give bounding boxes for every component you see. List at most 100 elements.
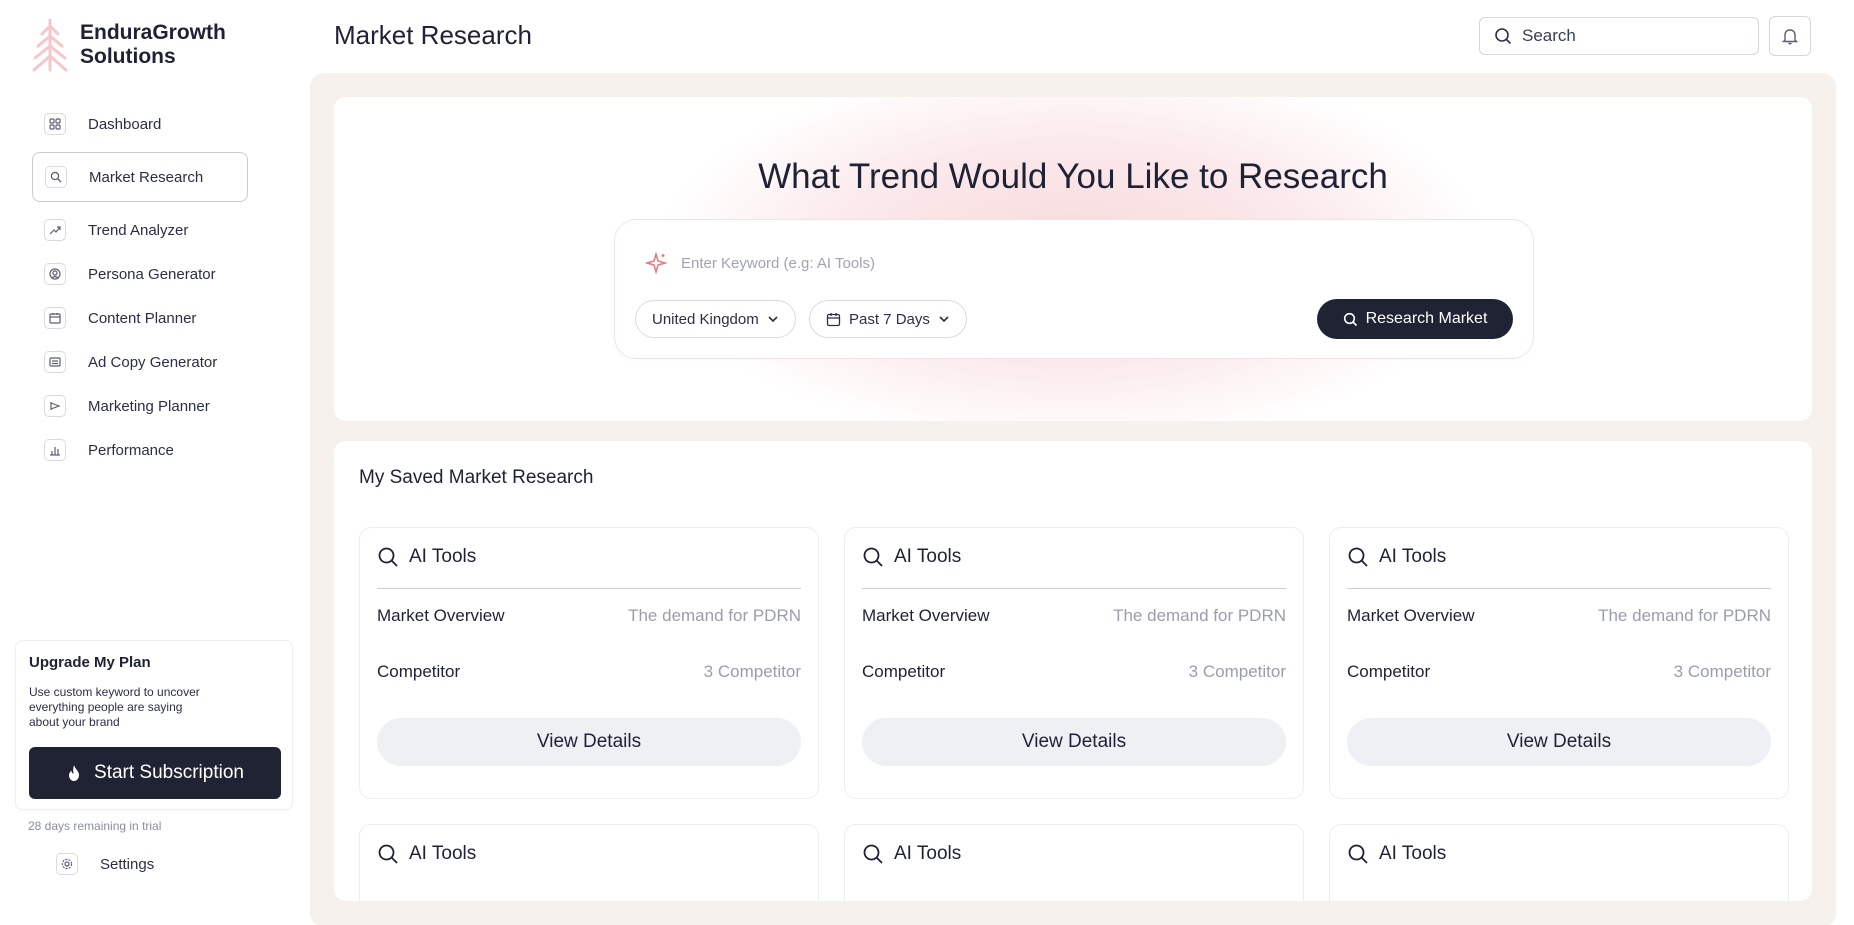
keyword-input[interactable] xyxy=(681,254,1281,272)
start-subscription-button[interactable]: Start Subscription xyxy=(29,747,281,799)
competitor-value: 3 Competitor xyxy=(1188,662,1286,681)
country-dropdown[interactable]: United Kingdom xyxy=(635,300,796,338)
card-title: AI Tools xyxy=(1379,546,1447,567)
sparkle-icon xyxy=(645,252,667,274)
settings-label: Settings xyxy=(100,855,155,873)
market-overview-label: Market Overview xyxy=(1347,606,1475,625)
bell-icon xyxy=(1782,29,1798,45)
country-value: United Kingdom xyxy=(652,310,759,328)
card-title: AI Tools xyxy=(894,843,962,864)
market-overview-label: Market Overview xyxy=(377,606,505,625)
search-icon xyxy=(45,166,67,188)
flame-icon xyxy=(69,765,80,781)
search-icon xyxy=(378,547,398,567)
search-icon xyxy=(863,547,883,567)
sidebar-item-trend-analyzer[interactable]: Trend Analyzer xyxy=(32,208,248,252)
search-icon xyxy=(1495,28,1512,45)
bar-chart-icon xyxy=(44,439,66,461)
period-value: Past 7 Days xyxy=(849,310,930,328)
market-overview-value: The demand for PDRN xyxy=(1113,606,1286,625)
period-dropdown[interactable]: Past 7 Days xyxy=(809,300,967,338)
sidebar-item-label: Content Planner xyxy=(88,309,197,327)
sidebar-item-label: Market Research xyxy=(89,168,204,186)
sidebar-item-performance[interactable]: Performance xyxy=(32,428,248,472)
card-divider xyxy=(862,588,1286,589)
card-header: AI Tools xyxy=(862,843,961,865)
market-overview-label: Market Overview xyxy=(862,606,990,625)
research-card: AI Tools xyxy=(359,824,819,901)
view-details-button[interactable]: View Details xyxy=(377,718,801,766)
sidebar-item-label: Ad Copy Generator xyxy=(88,353,218,371)
card-title: AI Tools xyxy=(409,546,477,567)
brand-logo-icon xyxy=(32,18,68,72)
page-title: Market Research xyxy=(334,20,532,50)
calendar-icon xyxy=(44,307,66,329)
search-input[interactable] xyxy=(1522,26,1742,46)
notifications-button[interactable] xyxy=(1769,16,1811,56)
start-subscription-label: Start Subscription xyxy=(94,762,244,783)
card-title: AI Tools xyxy=(894,546,962,567)
sidebar-item-ad-copy-generator[interactable]: Ad Copy Generator xyxy=(32,340,248,384)
market-overview-row: Market Overview The demand for PDRN xyxy=(1347,606,1771,626)
research-card: AI Tools xyxy=(844,824,1304,901)
competitor-value: 3 Competitor xyxy=(703,662,801,681)
upgrade-plan-card: Upgrade My Plan Use custom keyword to un… xyxy=(15,640,293,810)
sidebar-item-label: Marketing Planner xyxy=(88,397,210,415)
research-market-label: Research Market xyxy=(1365,310,1488,327)
competitor-label: Competitor xyxy=(1347,662,1431,681)
upgrade-title: Upgrade My Plan xyxy=(29,654,151,671)
search-icon xyxy=(863,844,883,864)
saved-research-title: My Saved Market Research xyxy=(359,467,594,488)
sidebar-item-label: Dashboard xyxy=(88,115,162,133)
market-overview-row: Market Overview The demand for PDRN xyxy=(377,606,801,626)
card-header: AI Tools xyxy=(1347,546,1446,568)
view-details-button[interactable]: View Details xyxy=(1347,718,1771,766)
sidebar-item-dashboard[interactable]: Dashboard xyxy=(32,102,248,146)
sidebar-item-settings[interactable]: Settings xyxy=(56,853,154,875)
card-divider xyxy=(377,588,801,589)
sidebar-item-marketing-planner[interactable]: Marketing Planner xyxy=(32,384,248,428)
market-overview-value: The demand for PDRN xyxy=(1598,606,1771,625)
research-card: AI Tools Market Overview The demand for … xyxy=(844,527,1304,799)
research-search-card: United Kingdom Past 7 Days Research Mark… xyxy=(614,219,1534,359)
competitor-row: Competitor 3 Competitor xyxy=(1347,662,1771,682)
keyword-row xyxy=(645,252,1281,274)
card-header: AI Tools xyxy=(377,546,476,568)
research-market-button[interactable]: Research Market xyxy=(1317,299,1513,339)
brand[interactable]: EnduraGrowth Solutions xyxy=(30,16,240,72)
card-header: AI Tools xyxy=(862,546,961,568)
sidebar-item-label: Performance xyxy=(88,441,174,459)
saved-research-section: My Saved Market Research AI Tools Market… xyxy=(334,441,1812,901)
trend-icon xyxy=(44,219,66,241)
card-header: AI Tools xyxy=(377,843,476,865)
card-header: AI Tools xyxy=(1347,843,1446,865)
sidebar: EnduraGrowth Solutions Dashboard Market … xyxy=(0,0,300,925)
grid-icon xyxy=(44,113,66,135)
competitor-label: Competitor xyxy=(862,662,946,681)
chevron-down-icon xyxy=(939,316,949,323)
card-title: AI Tools xyxy=(1379,843,1447,864)
chevron-down-icon xyxy=(768,316,778,323)
competitor-value: 3 Competitor xyxy=(1673,662,1771,681)
view-details-button[interactable]: View Details xyxy=(862,718,1286,766)
competitor-row: Competitor 3 Competitor xyxy=(377,662,801,682)
card-title: AI Tools xyxy=(409,843,477,864)
search-icon xyxy=(1348,844,1368,864)
competitor-label: Competitor xyxy=(377,662,461,681)
card-divider xyxy=(1347,588,1771,589)
trial-status: 28 days remaining in trial xyxy=(28,819,162,833)
competitor-row: Competitor 3 Competitor xyxy=(862,662,1286,682)
research-card: AI Tools Market Overview The demand for … xyxy=(1329,527,1789,799)
gear-icon xyxy=(56,853,78,875)
sidebar-nav: Dashboard Market Research Trend Analyzer… xyxy=(32,102,248,472)
research-card: AI Tools xyxy=(1329,824,1789,901)
sidebar-item-content-planner[interactable]: Content Planner xyxy=(32,296,248,340)
sidebar-item-persona-generator[interactable]: Persona Generator xyxy=(32,252,248,296)
market-overview-row: Market Overview The demand for PDRN xyxy=(862,606,1286,626)
search-icon xyxy=(1348,547,1368,567)
upgrade-description: Use custom keyword to uncover everything… xyxy=(29,685,200,729)
search-bar[interactable] xyxy=(1479,17,1759,55)
sidebar-item-market-research[interactable]: Market Research xyxy=(32,152,248,202)
market-overview-value: The demand for PDRN xyxy=(628,606,801,625)
research-card: AI Tools Market Overview The demand for … xyxy=(359,527,819,799)
